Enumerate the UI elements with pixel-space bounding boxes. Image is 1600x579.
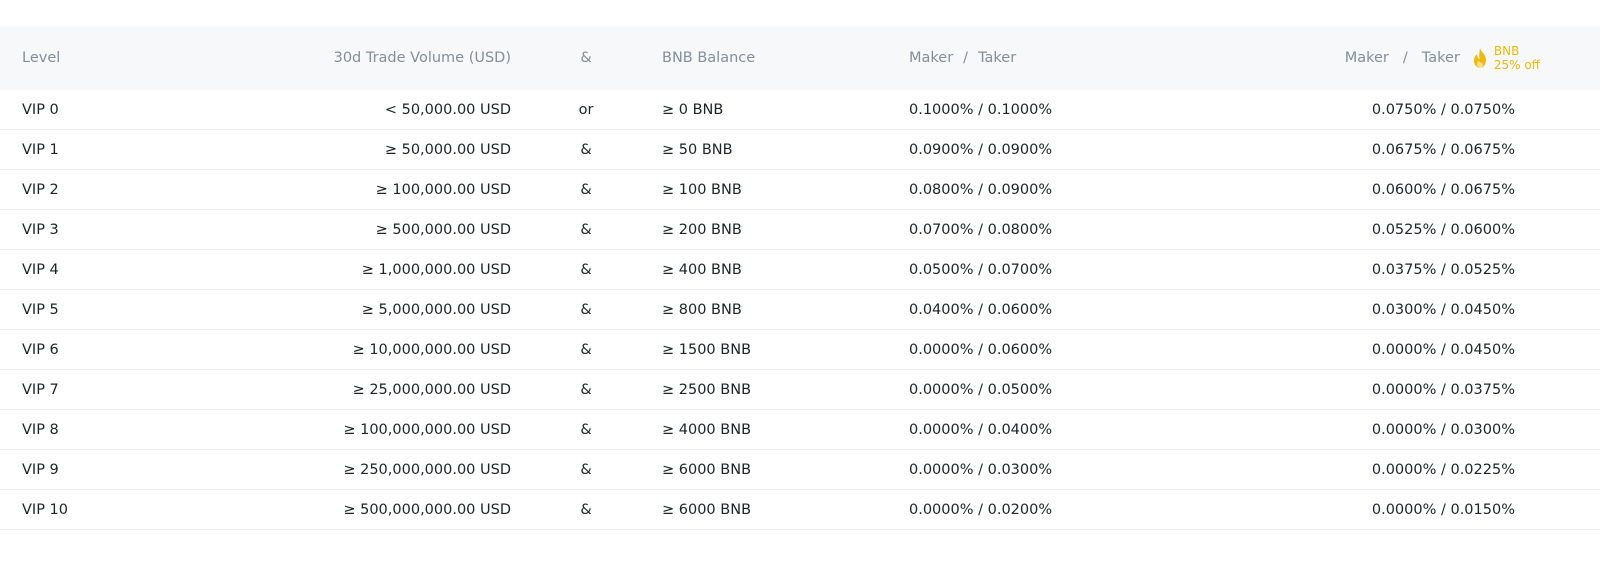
discounted-maker-taker-cell: 0.0600% / 0.0675%	[1371, 181, 1515, 198]
volume-cell: ≥ 25,000,000.00 USD	[352, 381, 511, 398]
discounted-maker-taker-cell: 0.0000% / 0.0150%	[1371, 501, 1515, 518]
maker-taker-cell: 0.0000% / 0.0500%	[909, 381, 1053, 398]
header-taker-label: Taker	[978, 50, 1017, 66]
table-body: VIP 0 < 50,000.00 USD or ≥ 0 BNB 0.1000% / 0…	[0, 90, 1600, 530]
connector-cell: &	[580, 181, 592, 198]
table-row: VIP 2 ≥ 100,000.00 USD & ≥ 100 BNB 0.0800% /…	[0, 170, 1600, 210]
header-maker-taker: Maker / Taker	[909, 26, 1016, 90]
table-row: VIP 10 ≥ 500,000,000.00 USD & ≥ 6000 BNB 0.0…	[0, 490, 1600, 530]
maker-taker-cell: 0.0900% / 0.0900%	[909, 141, 1053, 158]
maker-taker-cell: 0.0800% / 0.0900%	[909, 181, 1053, 198]
table-row: VIP 7 ≥ 25,000,000.00 USD & ≥ 2500 BNB 0.000…	[0, 370, 1600, 410]
connector-cell: &	[580, 141, 592, 158]
bnb-balance-cell: ≥ 400 BNB	[662, 261, 742, 278]
connector-cell: &	[580, 301, 592, 318]
bnb-balance-cell: ≥ 50 BNB	[662, 141, 733, 158]
table-row: VIP 8 ≥ 100,000,000.00 USD & ≥ 4000 BNB 0.00…	[0, 410, 1600, 450]
connector-cell: &	[580, 381, 592, 398]
header-volume: 30d Trade Volume (USD)	[333, 50, 511, 66]
maker-taker-cell: 0.0500% / 0.0700%	[909, 261, 1053, 278]
bnb-balance-cell: ≥ 2500 BNB	[662, 381, 752, 398]
level-cell: VIP 8	[22, 421, 59, 438]
discounted-maker-taker-cell: 0.0525% / 0.0600%	[1371, 221, 1515, 238]
volume-cell: ≥ 500,000,000.00 USD	[343, 501, 511, 518]
volume-cell: ≥ 250,000,000.00 USD	[343, 461, 511, 478]
volume-cell: ≥ 5,000,000.00 USD	[361, 301, 511, 318]
header-discount-taker-label: Taker	[1421, 50, 1460, 66]
level-cell: VIP 9	[22, 461, 59, 478]
level-cell: VIP 3	[22, 221, 59, 238]
maker-taker-cell: 0.0700% / 0.0800%	[909, 221, 1053, 238]
level-cell: VIP 1	[22, 141, 59, 158]
volume-cell: ≥ 50,000.00 USD	[384, 141, 511, 158]
discounted-maker-taker-cell: 0.0750% / 0.0750%	[1371, 101, 1515, 118]
promo-line2: 25% off	[1493, 58, 1540, 72]
table-row: VIP 0 < 50,000.00 USD or ≥ 0 BNB 0.1000% / 0…	[0, 90, 1600, 130]
bnb-balance-cell: ≥ 4000 BNB	[662, 421, 752, 438]
bnb-discount-badge: BNB 25% off	[1494, 44, 1540, 72]
volume-cell: ≥ 10,000,000.00 USD	[352, 341, 511, 358]
bnb-balance-cell: ≥ 6000 BNB	[662, 501, 752, 518]
maker-taker-cell: 0.0000% / 0.0600%	[909, 341, 1053, 358]
maker-taker-cell: 0.0000% / 0.0300%	[909, 461, 1053, 478]
bnb-balance-cell: ≥ 6000 BNB	[662, 461, 752, 478]
volume-cell: < 50,000.00 USD	[384, 101, 511, 118]
level-cell: VIP 10	[22, 501, 68, 518]
discounted-maker-taker-cell: 0.0300% / 0.0450%	[1371, 301, 1515, 318]
header-discount-maker-taker: Maker / Taker BNB 25% off	[1345, 26, 1540, 90]
header-discount-maker-label: Maker	[1344, 50, 1389, 66]
table-row: VIP 4 ≥ 1,000,000.00 USD & ≥ 400 BNB 0.0500%…	[0, 250, 1600, 290]
discounted-maker-taker-cell: 0.0000% / 0.0300%	[1371, 421, 1515, 438]
bnb-balance-cell: ≥ 200 BNB	[662, 221, 742, 238]
maker-taker-cell: 0.0000% / 0.0400%	[909, 421, 1053, 438]
discounted-maker-taker-cell: 0.0375% / 0.0525%	[1371, 261, 1515, 278]
discounted-maker-taker-cell: 0.0675% / 0.0675%	[1371, 141, 1515, 158]
maker-taker-cell: 0.1000% / 0.1000%	[909, 101, 1053, 118]
discounted-maker-taker-cell: 0.0000% / 0.0225%	[1371, 461, 1515, 478]
connector-cell: &	[580, 221, 592, 238]
level-cell: VIP 2	[22, 181, 59, 198]
volume-cell: ≥ 100,000.00 USD	[375, 181, 511, 198]
connector-cell: &	[580, 421, 592, 438]
promo-line1: BNB	[1493, 44, 1520, 58]
header-level: Level	[22, 50, 61, 66]
level-cell: VIP 5	[22, 301, 59, 318]
bnb-balance-cell: ≥ 800 BNB	[662, 301, 742, 318]
header-discount-separator: /	[1402, 50, 1408, 66]
table-row: VIP 3 ≥ 500,000.00 USD & ≥ 200 BNB 0.0700% /…	[0, 210, 1600, 250]
discounted-maker-taker-cell: 0.0000% / 0.0375%	[1371, 381, 1515, 398]
maker-taker-cell: 0.0000% / 0.0200%	[909, 501, 1053, 518]
bnb-balance-cell: ≥ 0 BNB	[662, 101, 724, 118]
connector-cell: &	[580, 501, 592, 518]
fee-table: Level 30d Trade Volume (USD) & BNB Balan…	[0, 26, 1600, 530]
level-cell: VIP 4	[22, 261, 59, 278]
bnb-balance-cell: ≥ 100 BNB	[662, 181, 742, 198]
header-maker-label: Maker	[909, 50, 954, 66]
volume-cell: ≥ 1,000,000.00 USD	[361, 261, 511, 278]
header-separator: /	[963, 50, 969, 66]
table-row: VIP 5 ≥ 5,000,000.00 USD & ≥ 800 BNB 0.0400%…	[0, 290, 1600, 330]
table-header: Level 30d Trade Volume (USD) & BNB Balan…	[0, 26, 1600, 90]
connector-cell: &	[580, 341, 592, 358]
connector-cell: or	[578, 101, 594, 118]
table-row: VIP 9 ≥ 250,000,000.00 USD & ≥ 6000 BNB 0.00…	[0, 450, 1600, 490]
level-cell: VIP 7	[22, 381, 59, 398]
discounted-maker-taker-cell: 0.0000% / 0.0450%	[1371, 341, 1515, 358]
maker-taker-cell: 0.0400% / 0.0600%	[909, 301, 1053, 318]
table-row: VIP 1 ≥ 50,000.00 USD & ≥ 50 BNB 0.0900% / 0…	[0, 130, 1600, 170]
level-cell: VIP 0	[22, 101, 59, 118]
connector-cell: &	[580, 261, 592, 278]
table-row: VIP 6 ≥ 10,000,000.00 USD & ≥ 1500 BNB 0.000…	[0, 330, 1600, 370]
header-bnb-balance: BNB Balance	[662, 50, 756, 66]
volume-cell: ≥ 100,000,000.00 USD	[343, 421, 511, 438]
level-cell: VIP 6	[22, 341, 59, 358]
fire-icon	[1470, 47, 1490, 69]
volume-cell: ≥ 500,000.00 USD	[375, 221, 511, 238]
header-connector: &	[580, 50, 592, 66]
connector-cell: &	[580, 461, 592, 478]
bnb-balance-cell: ≥ 1500 BNB	[662, 341, 752, 358]
